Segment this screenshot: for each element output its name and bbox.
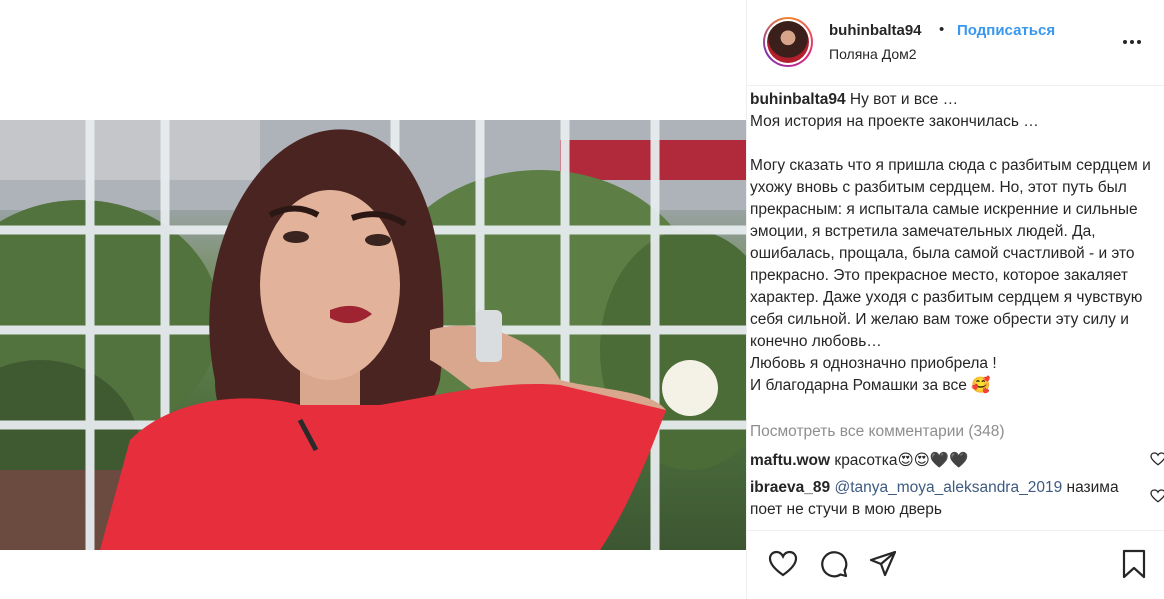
avatar[interactable] [763, 17, 813, 67]
comment-like-icon[interactable] [1150, 452, 1164, 466]
paper-plane-icon[interactable] [868, 549, 898, 579]
comment-like-icon[interactable] [1150, 489, 1164, 503]
more-options-icon[interactable] [1117, 30, 1147, 54]
instagram-post: buhinbalta94 • Подписаться Поляна Дом2 b… [0, 0, 1164, 599]
comment-username[interactable]: ibraeva_89 [750, 479, 830, 496]
comment-text: красотка😍😍🖤🖤 [834, 452, 969, 469]
caption-username[interactable]: buhinbalta94 [750, 91, 846, 108]
post-media [0, 0, 746, 599]
header-separator: • [939, 21, 945, 38]
post-video[interactable] [0, 120, 746, 550]
heart-icon[interactable] [768, 549, 798, 579]
comment-mention[interactable]: @tanya_moya_aleksandra_2019 [834, 479, 1062, 496]
post-sidebar: buhinbalta94 • Подписаться Поляна Дом2 b… [746, 0, 1164, 599]
action-bar [747, 530, 1164, 599]
comment-username[interactable]: maftu.wow [750, 452, 830, 469]
post-header: buhinbalta94 • Подписаться Поляна Дом2 [747, 0, 1164, 86]
post-caption: buhinbalta94 Ну вот и все … Моя история … [750, 89, 1154, 397]
header-username[interactable]: buhinbalta94 [829, 22, 922, 39]
comment-item: ibraeva_89 @tanya_moya_aleksandra_2019 н… [750, 477, 1150, 521]
location-link[interactable]: Поляна Дом2 [829, 46, 917, 62]
follow-button[interactable]: Подписаться [957, 22, 1055, 39]
view-all-comments-link[interactable]: Посмотреть все комментарии (348) [750, 423, 1005, 441]
video-frame-picture [0, 120, 746, 550]
comment-icon[interactable] [819, 549, 849, 579]
bookmark-icon[interactable] [1119, 549, 1149, 579]
caption-text: Ну вот и все … Моя история на проекте за… [750, 91, 1151, 394]
avatar-image [767, 21, 809, 63]
comment-item: maftu.wow красотка😍😍🖤🖤 [750, 450, 1150, 472]
